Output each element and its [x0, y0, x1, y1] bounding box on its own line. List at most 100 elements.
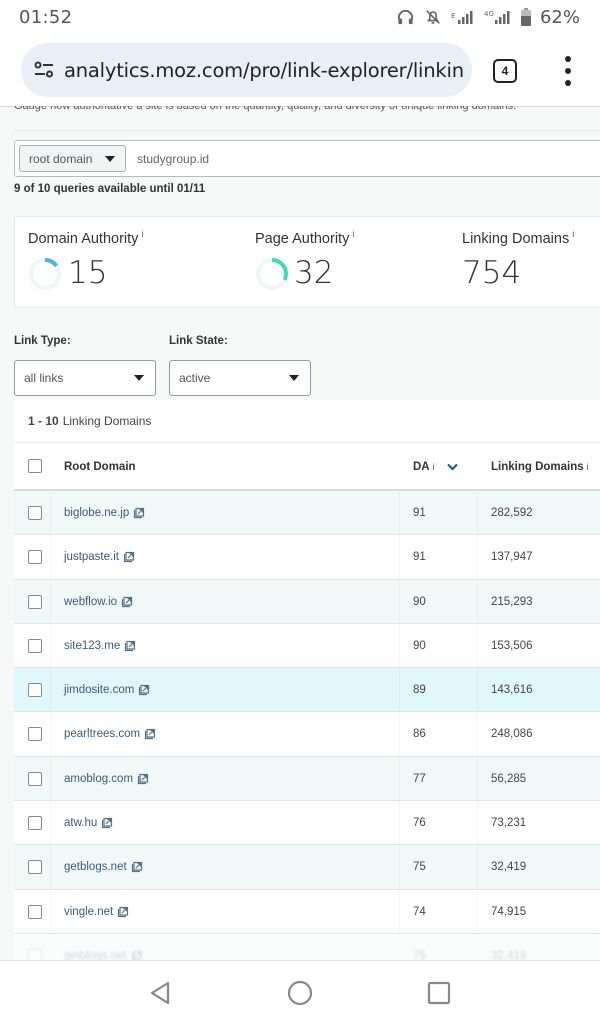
external-link-icon[interactable]: [144, 728, 156, 740]
root-domain-link[interactable]: justpaste.it: [64, 535, 135, 579]
divider: [50, 580, 51, 624]
metric-value: 15: [68, 255, 108, 291]
divider: [399, 668, 400, 712]
info-icon[interactable]: i: [433, 462, 435, 472]
gauge-page-authority: [256, 258, 288, 290]
da-value: 76: [413, 817, 426, 830]
root-domain-link[interactable]: amoblog.com: [64, 757, 149, 801]
tab-switcher-button[interactable]: 4: [493, 59, 517, 83]
browser-toolbar: analytics.moz.com/pro/link-explorer/link…: [0, 34, 600, 106]
column-linking-domains[interactable]: Linking Domains i: [491, 443, 589, 490]
linking-domains-value: 143,616: [491, 684, 533, 697]
divider: [399, 890, 400, 934]
row-checkbox[interactable]: [28, 683, 42, 698]
external-link-icon[interactable]: [117, 906, 129, 918]
url-text[interactable]: analytics.moz.com/pro/link-explorer/link…: [64, 59, 464, 82]
external-link-icon[interactable]: [121, 596, 133, 608]
divider: [50, 801, 51, 845]
da-value: 89: [413, 684, 426, 697]
row-checkbox[interactable]: [28, 638, 42, 653]
divider: [477, 801, 478, 845]
divider: [399, 580, 400, 624]
scope-select[interactable]: root domain: [19, 145, 126, 172]
divider: [399, 845, 400, 889]
row-checkbox[interactable]: [28, 771, 42, 786]
home-icon[interactable]: [286, 979, 314, 1007]
select-all-checkbox[interactable]: [28, 459, 42, 473]
table-body: biglobe.ne.jp 91 282,592 justpaste.it 91 137,…: [14, 491, 600, 960]
row-checkbox[interactable]: [28, 727, 42, 742]
link-type-select[interactable]: all links: [14, 360, 156, 396]
divider: [477, 491, 478, 535]
table-row: pearltrees.com 86 248,086: [14, 712, 600, 757]
row-checkbox[interactable]: [28, 904, 42, 919]
external-link-icon[interactable]: [137, 773, 149, 785]
linking-domains-value: 56,285: [491, 772, 527, 785]
info-icon[interactable]: i: [352, 229, 354, 239]
divider: [50, 535, 51, 579]
root-domain-link[interactable]: vingle.net: [64, 890, 129, 934]
sort-desc-chevron-icon[interactable]: [446, 463, 458, 471]
tab-count: 4: [501, 64, 509, 78]
page-content: Gauge how authoritative a site is based …: [0, 106, 600, 960]
info-icon[interactable]: i: [587, 462, 589, 472]
row-checkbox[interactable]: [28, 594, 42, 609]
table-row: getblogs.net 75 32,419: [14, 845, 600, 890]
search-input[interactable]: studygroup.id: [137, 152, 209, 166]
link-state-label: Link State:: [169, 335, 228, 347]
column-root-domain[interactable]: Root Domain: [64, 443, 136, 490]
da-value: 90: [413, 639, 426, 652]
root-domain-link[interactable]: getblogs.net: [64, 934, 143, 960]
signal-e-icon: E: [451, 11, 473, 24]
linking-domains-table: 1 - 10 Linking Domains Root Domain DA i Li…: [14, 400, 600, 960]
da-value: 77: [413, 772, 426, 785]
da-value: 86: [413, 728, 426, 741]
info-icon[interactable]: i: [572, 229, 574, 239]
root-domain-link[interactable]: pearltrees.com: [64, 712, 156, 756]
divider: [477, 668, 478, 712]
row-checkbox[interactable]: [28, 860, 42, 875]
divider: [477, 757, 478, 801]
external-link-icon[interactable]: [131, 950, 143, 960]
table-row: vingle.net 74 74,915: [14, 890, 600, 934]
external-link-icon[interactable]: [101, 817, 113, 829]
external-link-icon[interactable]: [133, 507, 145, 519]
external-link-icon[interactable]: [124, 640, 136, 652]
info-icon[interactable]: i: [141, 229, 143, 239]
gauge-domain-authority: [29, 258, 61, 290]
more-vert-icon[interactable]: [558, 56, 578, 86]
table-row: jimdosite.com 89 143,616: [14, 668, 600, 713]
table-row: webflow.io 90 215,293: [14, 579, 600, 624]
root-domain-link[interactable]: atw.hu: [64, 801, 113, 845]
root-domain-link[interactable]: site123.me: [64, 624, 136, 668]
search-bar: root domain studygroup.id: [14, 140, 600, 177]
row-checkbox[interactable]: [28, 506, 42, 520]
root-domain-link[interactable]: jimdosite.com: [64, 668, 150, 712]
root-domain-link[interactable]: biglobe.ne.jp: [64, 491, 145, 535]
linking-domains-value: 32,419: [491, 861, 527, 874]
root-domain-link[interactable]: webflow.io: [64, 580, 133, 624]
divider: [399, 934, 400, 960]
tune-icon[interactable]: [33, 59, 55, 81]
divider: [477, 535, 478, 579]
recents-icon[interactable]: [425, 979, 453, 1007]
table-row: justpaste.it 91 137,947: [14, 535, 600, 580]
linking-domains-value: 215,293: [491, 595, 533, 608]
linking-domains-value: 32,419: [491, 949, 527, 960]
address-bar[interactable]: analytics.moz.com/pro/link-explorer/link…: [21, 43, 472, 97]
divider: [477, 890, 478, 934]
root-domain-link[interactable]: getblogs.net: [64, 845, 143, 889]
metric-value: 32: [294, 255, 334, 291]
link-state-select[interactable]: active: [169, 360, 311, 396]
back-icon[interactable]: [146, 979, 174, 1007]
external-link-icon[interactable]: [123, 551, 135, 563]
caret-down-icon: [105, 155, 115, 162]
da-value: 91: [413, 551, 426, 564]
column-da[interactable]: DA i: [413, 443, 458, 490]
row-checkbox[interactable]: [28, 816, 42, 831]
row-checkbox[interactable]: [28, 948, 42, 960]
external-link-icon[interactable]: [131, 861, 143, 873]
divider: [14, 130, 600, 131]
external-link-icon[interactable]: [138, 684, 150, 696]
row-checkbox[interactable]: [28, 550, 42, 565]
